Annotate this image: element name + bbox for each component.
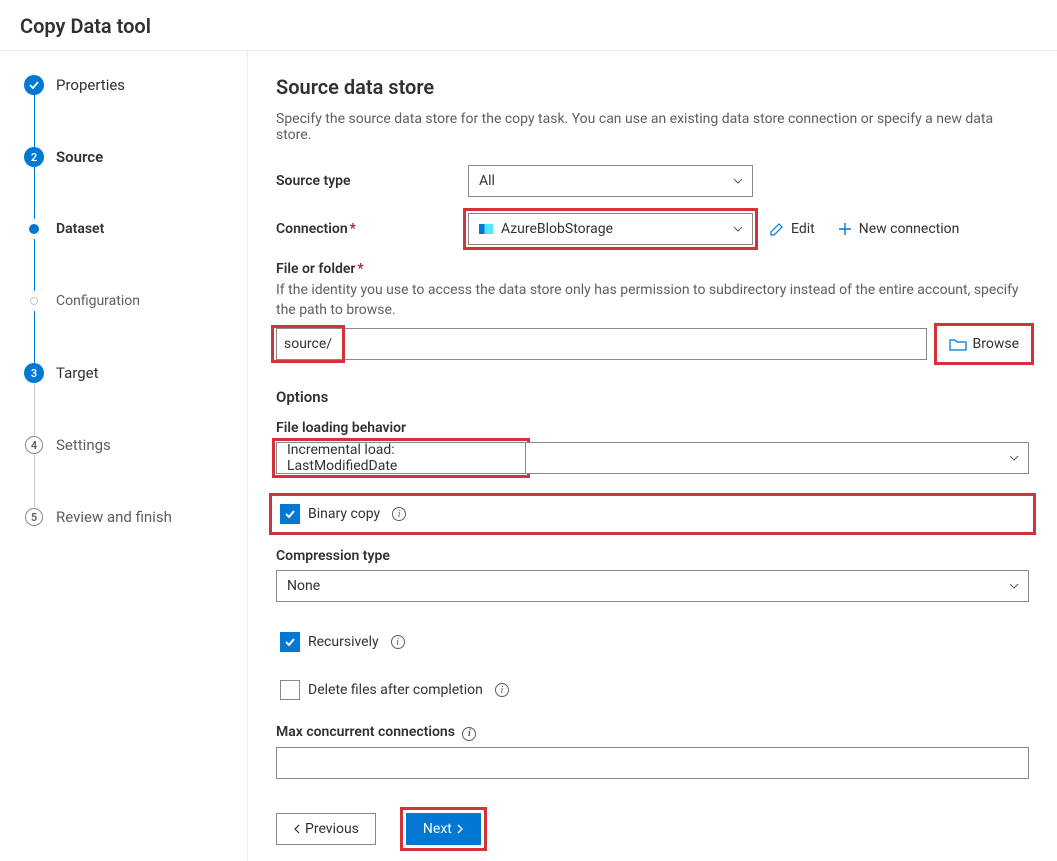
connection-select[interactable]: AzureBlobStorage — [468, 213, 753, 245]
chevron-left-icon — [293, 824, 301, 834]
file-loading-value: Incremental load: LastModifiedDate — [287, 442, 497, 474]
page-title: Copy Data tool — [20, 14, 1037, 38]
file-folder-input[interactable]: source/ — [276, 328, 927, 360]
plus-icon — [837, 221, 853, 237]
wizard-sidebar: Properties 2 Source Dataset Configuratio… — [0, 51, 248, 861]
file-loading-select[interactable]: Incremental load: LastModifiedDate — [276, 442, 526, 474]
max-conn-input[interactable] — [276, 747, 1029, 779]
step-number-icon: 5 — [25, 508, 43, 526]
source-type-label: Source type — [276, 173, 458, 189]
binary-copy-checkbox-row: Binary copy i — [276, 500, 1029, 528]
options-heading: Options — [276, 388, 1029, 406]
wizard-footer: Previous Next — [276, 797, 1029, 845]
compression-label: Compression type — [276, 548, 1029, 564]
step-number-icon: 3 — [24, 363, 44, 383]
file-folder-label: File or folder* — [276, 261, 1029, 277]
storage-icon — [479, 224, 493, 234]
info-icon[interactable]: i — [462, 727, 476, 741]
step-label: Review and finish — [56, 508, 172, 526]
step-dataset[interactable]: Dataset — [24, 219, 231, 239]
previous-button[interactable]: Previous — [276, 813, 376, 845]
check-icon — [284, 636, 296, 648]
step-configuration[interactable]: Configuration — [24, 291, 231, 311]
delete-after-checkbox[interactable] — [280, 680, 300, 700]
page-header: Copy Data tool — [0, 0, 1057, 51]
chevron-down-icon — [1008, 452, 1020, 464]
substep-dot-icon — [29, 224, 39, 234]
substep-dot-icon — [30, 297, 38, 305]
connection-value: AzureBlobStorage — [501, 221, 613, 237]
info-icon[interactable]: i — [392, 507, 406, 521]
file-folder-value: source/ — [276, 330, 340, 358]
step-properties[interactable]: Properties — [24, 75, 231, 95]
section-description: Specify the source data store for the co… — [276, 111, 1029, 143]
step-label: Source — [56, 148, 103, 166]
next-button[interactable]: Next — [406, 813, 481, 845]
check-icon — [24, 75, 44, 95]
step-label: Dataset — [56, 221, 104, 237]
connection-label: Connection* — [276, 221, 458, 237]
chevron-down-icon — [732, 223, 744, 235]
step-source[interactable]: 2 Source — [24, 147, 231, 167]
main-panel: Source data store Specify the source dat… — [248, 51, 1057, 861]
step-label: Target — [56, 364, 99, 382]
delete-after-label: Delete files after completion — [308, 682, 483, 698]
step-number-icon: 2 — [24, 147, 44, 167]
binary-copy-checkbox[interactable] — [280, 504, 300, 524]
step-review[interactable]: 5 Review and finish — [24, 507, 231, 527]
step-target[interactable]: 3 Target — [24, 363, 231, 383]
info-icon[interactable]: i — [391, 635, 405, 649]
new-connection-button[interactable]: New connection — [831, 217, 966, 241]
step-label: Settings — [56, 436, 111, 454]
step-label: Configuration — [56, 293, 140, 309]
info-icon[interactable]: i — [495, 683, 509, 697]
edit-connection-button[interactable]: Edit — [763, 217, 821, 241]
pencil-icon — [769, 221, 785, 237]
recursively-checkbox-row: Recursively i — [276, 628, 1029, 656]
step-settings[interactable]: 4 Settings — [24, 435, 231, 455]
step-number-icon: 4 — [25, 436, 43, 454]
file-loading-label: File loading behavior — [276, 420, 1029, 436]
chevron-down-icon — [1008, 580, 1020, 592]
compression-select[interactable]: None — [276, 570, 1029, 602]
file-loading-select-ext[interactable] — [526, 442, 1029, 474]
recursively-checkbox[interactable] — [280, 632, 300, 652]
section-title: Source data store — [276, 75, 1029, 99]
check-icon — [284, 508, 296, 520]
binary-copy-label: Binary copy — [308, 506, 380, 522]
browse-button[interactable]: Browse — [939, 328, 1029, 360]
source-type-select[interactable]: All — [468, 165, 753, 197]
compression-value: None — [287, 578, 320, 594]
file-folder-hint: If the identity you use to access the da… — [276, 281, 1029, 320]
chevron-down-icon — [732, 175, 744, 187]
source-type-value: All — [479, 173, 495, 189]
chevron-right-icon — [456, 824, 464, 834]
step-label: Properties — [56, 76, 125, 94]
recursively-label: Recursively — [308, 634, 379, 650]
folder-icon — [949, 337, 967, 351]
delete-after-checkbox-row: Delete files after completion i — [276, 676, 1029, 704]
max-conn-label: Max concurrent connections i — [276, 724, 1029, 741]
